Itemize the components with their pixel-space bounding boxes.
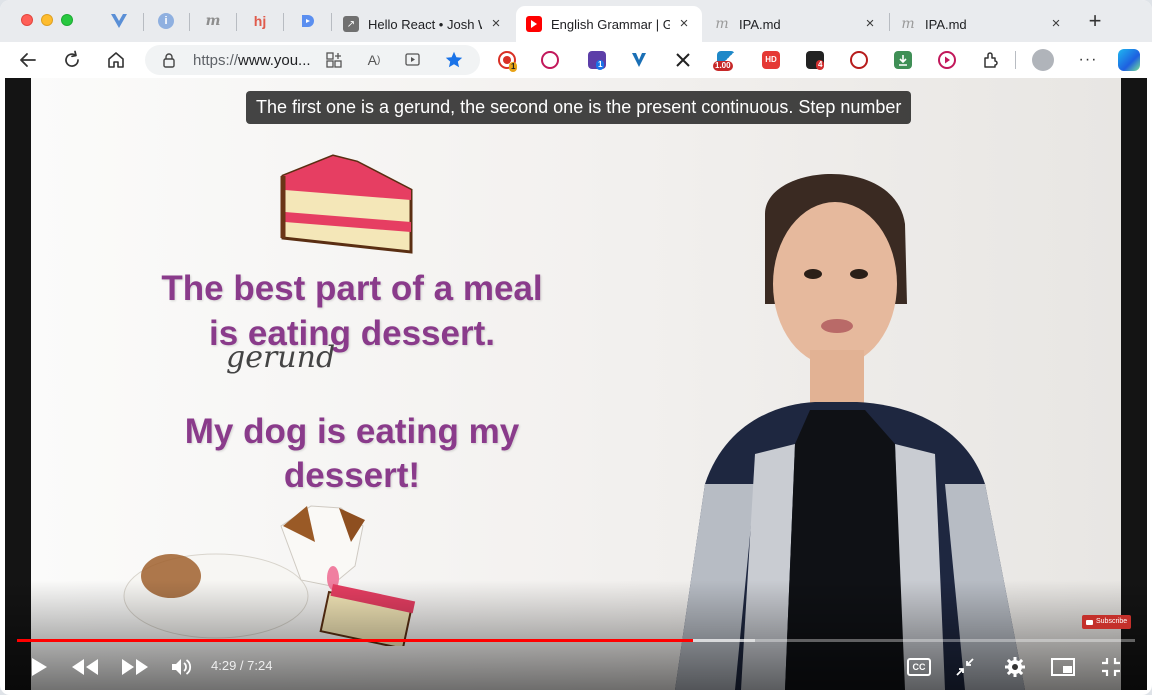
- pinned-tab-m-icon[interactable]: m: [202, 10, 224, 32]
- home-icon: [108, 52, 124, 68]
- info-icon: i: [158, 13, 174, 29]
- tab-title: IPA.md: [925, 16, 967, 32]
- home-button[interactable]: [104, 48, 128, 72]
- reload-icon: [65, 50, 79, 67]
- picture-in-picture-icon: [1051, 658, 1075, 676]
- window-maximize-button[interactable]: [61, 14, 73, 26]
- fullscreen-exit-icon: [1102, 658, 1120, 676]
- vue-icon: [111, 14, 127, 28]
- search-extension-icon[interactable]: [541, 51, 559, 69]
- rewind-icon: [72, 659, 98, 675]
- theater-mode-button[interactable]: [1045, 652, 1081, 682]
- reload-button[interactable]: [60, 48, 84, 72]
- back-button[interactable]: [16, 48, 40, 72]
- address-bar[interactable]: https://www.you... A): [145, 45, 480, 75]
- download-extension-icon[interactable]: [894, 51, 912, 69]
- hd-extension-icon[interactable]: HD: [762, 51, 780, 69]
- tab-title: English Grammar | GE: [551, 16, 670, 32]
- tab-title: Hello React • Josh W: [368, 16, 482, 32]
- close-icon[interactable]: ×: [676, 16, 692, 32]
- collapse-arrows-icon: [956, 658, 974, 676]
- youtube-icon: [526, 16, 542, 32]
- apps-icon[interactable]: [322, 48, 346, 72]
- browser-toolbar: https://www.you... A) 1 1 1.00 HD 4 ···: [0, 42, 1152, 78]
- tab-strip: i m hj ↗ Hello React • Josh W × English …: [0, 0, 1152, 42]
- close-icon[interactable]: ×: [862, 16, 878, 32]
- fullscreen-button[interactable]: [1093, 652, 1129, 682]
- cake-slice-image: [280, 154, 413, 254]
- close-icon[interactable]: ×: [1048, 16, 1064, 32]
- subscribe-watermark[interactable]: Subscribe: [1082, 615, 1132, 629]
- extensions-icon[interactable]: [982, 51, 1000, 69]
- more-menu-icon[interactable]: ···: [1076, 48, 1100, 72]
- lock-icon: [163, 53, 175, 68]
- cc-icon: CC: [907, 658, 931, 676]
- shuffle-extension-icon[interactable]: [674, 51, 692, 69]
- arrow-left-icon: [20, 53, 36, 67]
- arrow-external-icon: ↗: [343, 16, 359, 32]
- slide-line-3: My dog is eating my: [184, 412, 520, 451]
- video-icon[interactable]: [401, 48, 425, 72]
- m-icon: m: [715, 16, 729, 32]
- tab-hello-react[interactable]: ↗ Hello React • Josh W ×: [333, 6, 514, 42]
- slide-line-1: The best part of a meal: [161, 269, 543, 308]
- slide-annotation: gerund: [226, 340, 336, 375]
- tab-ipa-md-1[interactable]: m IPA.md ×: [704, 6, 888, 42]
- browser-window: i m hj ↗ Hello React • Josh W × English …: [0, 0, 1152, 695]
- camera-extension-icon[interactable]: [850, 51, 868, 69]
- tab-english-grammar[interactable]: English Grammar | GE ×: [516, 6, 702, 42]
- pinned-tab-vue[interactable]: [108, 10, 130, 32]
- slide-line-2: is eating dessert.: [209, 314, 495, 353]
- new-tab-button[interactable]: +: [1085, 10, 1105, 32]
- volume-button[interactable]: [163, 652, 199, 682]
- copilot-icon[interactable]: [1118, 49, 1140, 71]
- read-aloud-icon[interactable]: A): [362, 48, 386, 72]
- puzzle-extension-icon[interactable]: 1: [588, 51, 606, 70]
- previous-button[interactable]: [67, 652, 103, 682]
- youtube-icon: [1086, 619, 1093, 625]
- video-player[interactable]: The best part of a meal is eating desser…: [5, 78, 1147, 690]
- pinned-tab-hj-icon[interactable]: hj: [249, 10, 271, 32]
- play-icon: [32, 658, 47, 676]
- subtitles-button[interactable]: CC: [901, 652, 937, 682]
- window-minimize-button[interactable]: [41, 14, 53, 26]
- pinned-tab-d-icon[interactable]: [296, 10, 318, 32]
- slide-line-4: dessert!: [283, 456, 421, 495]
- v-extension-icon[interactable]: [630, 51, 648, 69]
- play-button[interactable]: [21, 652, 57, 682]
- next-button[interactable]: [117, 652, 153, 682]
- speed-extension-icon[interactable]: 1.00: [713, 51, 735, 71]
- favorite-star-icon[interactable]: [442, 48, 466, 72]
- pinned-tab-info[interactable]: i: [155, 10, 177, 32]
- profile-avatar[interactable]: [1032, 49, 1054, 71]
- mail-extension-icon[interactable]: 4: [806, 51, 825, 70]
- play-d-icon: [302, 15, 314, 27]
- gear-icon: [1005, 657, 1025, 677]
- tab-title: IPA.md: [739, 16, 781, 32]
- m-icon: m: [901, 16, 915, 32]
- progress-bar[interactable]: [17, 639, 1135, 642]
- record-extension-icon[interactable]: 1: [498, 51, 518, 72]
- video-caption: The first one is a gerund, the second on…: [246, 91, 912, 124]
- miniplayer-button[interactable]: [947, 652, 983, 682]
- progress-played: [17, 639, 694, 642]
- fast-forward-icon: [122, 659, 148, 675]
- play-extension-icon[interactable]: [938, 51, 956, 69]
- settings-button[interactable]: [997, 652, 1033, 682]
- window-close-button[interactable]: [21, 14, 33, 26]
- tab-ipa-md-2[interactable]: m IPA.md ×: [890, 6, 1074, 42]
- volume-icon: [172, 659, 191, 675]
- close-icon[interactable]: ×: [488, 16, 504, 32]
- url-text[interactable]: https://www.you...: [193, 52, 311, 69]
- time-display: 4:29 / 7:24: [211, 658, 273, 673]
